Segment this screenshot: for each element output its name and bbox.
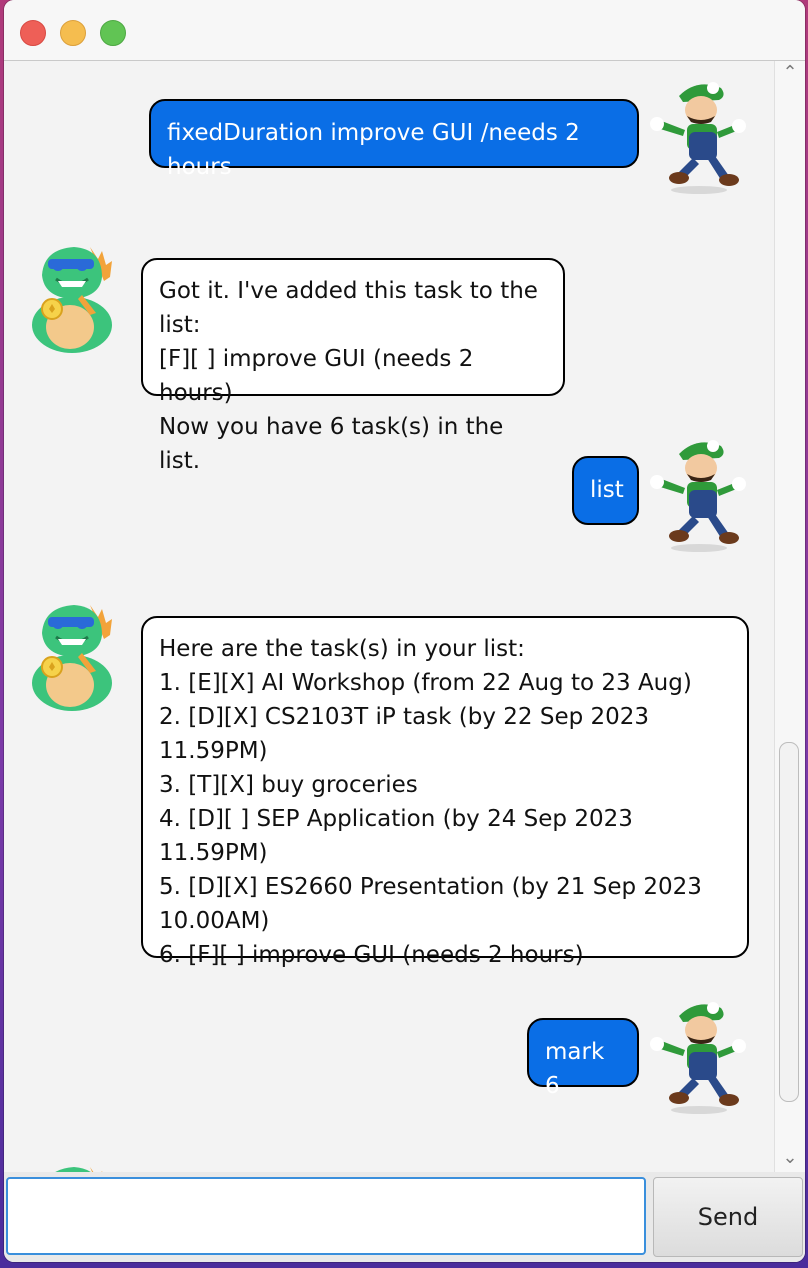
luigi-avatar-icon [649, 76, 749, 200]
chat-scroll-pane[interactable]: fixedDuration improve GUI /needs 2 hours [4, 61, 805, 1172]
scroll-up-icon[interactable]: ⌃ [775, 61, 805, 85]
maximize-window-button[interactable] [100, 20, 126, 46]
minimize-window-button[interactable] [60, 20, 86, 46]
user-message-bubble: fixedDuration improve GUI /needs 2 hours [149, 99, 639, 180]
scroll-down-icon[interactable]: ⌄ [775, 1146, 805, 1170]
message-input[interactable] [6, 1177, 646, 1255]
vertical-scrollbar[interactable]: ⌃ ⌄ [774, 61, 805, 1172]
scrollbar-thumb[interactable] [779, 742, 799, 1102]
green-dinosaur-avatar-icon [22, 599, 122, 718]
user-message-bubble: mark 6 [527, 1018, 639, 1099]
luigi-avatar-icon [649, 434, 749, 558]
green-dinosaur-avatar-icon [22, 241, 122, 360]
bot-message-bubble: Here are the task(s) in your list: 1. [E… [141, 616, 749, 968]
input-bar: Send [4, 1172, 805, 1262]
title-bar [4, 0, 805, 61]
user-message-bubble: list [572, 456, 639, 525]
bot-message-bubble: Got it. I've added this task to the list… [141, 258, 565, 474]
green-dinosaur-avatar-icon [22, 1161, 122, 1172]
app-window: fixedDuration improve GUI /needs 2 hours [4, 0, 805, 1262]
send-button[interactable]: Send [653, 1177, 803, 1257]
luigi-avatar-icon [649, 996, 749, 1120]
close-window-button[interactable] [20, 20, 46, 46]
